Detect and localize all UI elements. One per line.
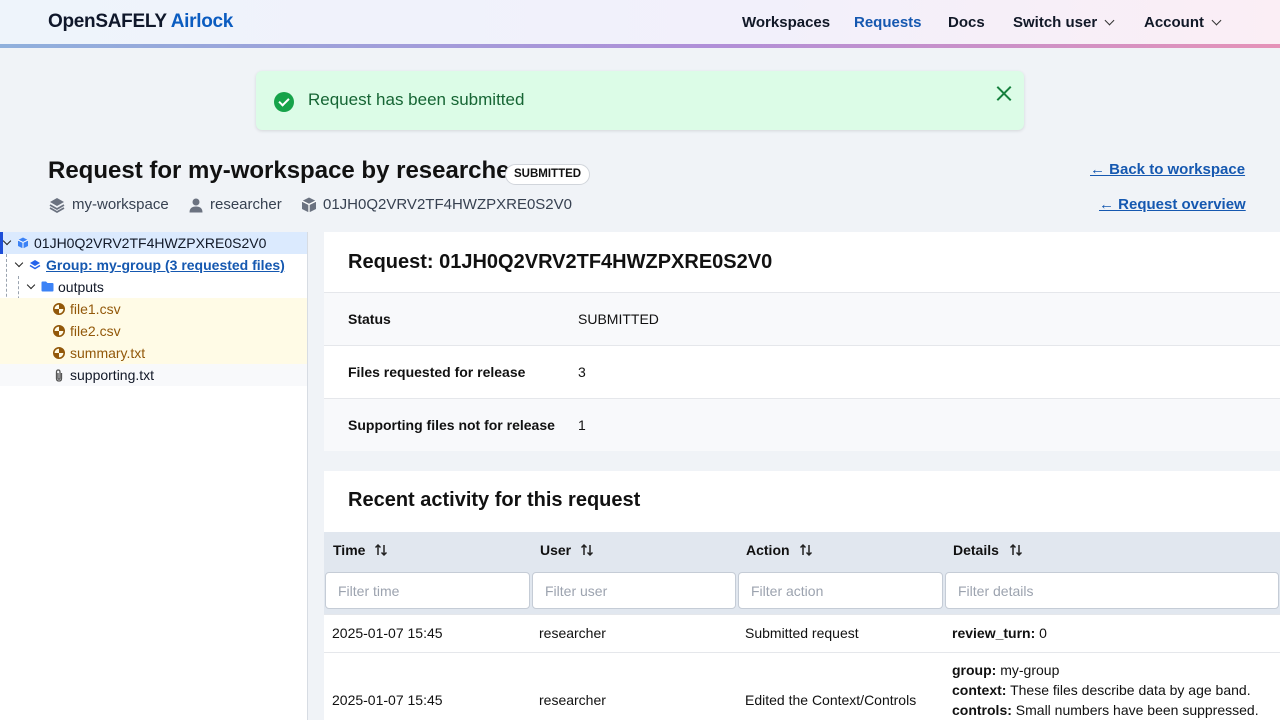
nav-switch-user-label: Switch user xyxy=(1013,14,1098,31)
request-overview-link[interactable]: ← Request overview xyxy=(1099,196,1246,213)
activity-table-header: Time User Action Details xyxy=(324,532,1280,614)
sort-icon[interactable] xyxy=(1009,543,1023,557)
tree-item-request[interactable]: 01JH0Q2VRV2TF4HWZPXRE0S2V0 xyxy=(0,232,307,254)
cell-action: Edited the Context/Controls xyxy=(745,692,917,708)
flash-text: Request has been submitted xyxy=(308,90,525,109)
sort-icon[interactable] xyxy=(799,543,813,557)
column-header-time[interactable]: Time xyxy=(333,542,365,558)
summary-key: Status xyxy=(348,311,391,327)
detail-key: review_turn: xyxy=(952,625,1036,641)
brand-logo[interactable]: OpenSAFELY Airlock xyxy=(48,11,233,33)
user-icon xyxy=(189,198,203,213)
page-title: Request for my-workspace by researcher xyxy=(48,157,519,184)
filter-time-input[interactable] xyxy=(325,572,530,609)
tree-supporting-label: supporting.txt xyxy=(70,367,155,383)
detail-key: controls: xyxy=(952,702,1012,718)
brand-product: Airlock xyxy=(170,11,234,32)
sort-icon[interactable] xyxy=(374,543,388,557)
sort-icon[interactable] xyxy=(580,543,594,557)
column-header-action[interactable]: Action xyxy=(746,542,790,558)
tree-item-supporting-file[interactable]: supporting.txt xyxy=(0,364,307,386)
filter-user-input[interactable] xyxy=(532,572,736,609)
chevron-down-icon xyxy=(1211,15,1222,26)
nav-account[interactable]: Account xyxy=(1144,14,1222,31)
status-badge: SUBMITTED xyxy=(505,164,591,185)
tree-item-folder[interactable]: outputs xyxy=(0,276,307,298)
chevron-down-icon xyxy=(1104,15,1115,26)
summary-row: Status SUBMITTED xyxy=(324,292,1280,345)
tree-request-label: 01JH0Q2VRV2TF4HWZPXRE0S2V0 xyxy=(34,235,267,251)
cell-action: Submitted request xyxy=(745,625,859,641)
summary-row: Supporting files not for release 1 xyxy=(324,398,1280,451)
nav-docs[interactable]: Docs xyxy=(948,14,985,31)
detail-key: context: xyxy=(952,682,1007,698)
table-row: 2025-01-07 15:45 researcher Edited the C… xyxy=(324,652,1280,720)
cell-time: 2025-01-07 15:45 xyxy=(332,625,443,641)
column-header-details[interactable]: Details xyxy=(953,542,999,558)
cell-time: 2025-01-07 15:45 xyxy=(332,692,443,708)
detail-key: group: xyxy=(952,662,997,678)
detail-value: my-group xyxy=(1000,662,1060,678)
nav-account-label: Account xyxy=(1144,14,1204,31)
tree-file-label: file2.csv xyxy=(70,323,121,339)
tree-item-group[interactable]: Group: my-group (3 requested files) xyxy=(0,254,307,276)
request-summary-title: Request: 01JH0Q2VRV2TF4HWZPXRE0S2V0 xyxy=(348,251,773,273)
chevron-down-icon[interactable] xyxy=(26,280,36,290)
meta-workspace: my-workspace xyxy=(72,196,169,213)
file-tree: 01JH0Q2VRV2TF4HWZPXRE0S2V0 Group: my-gro… xyxy=(0,232,308,720)
chevron-down-icon[interactable] xyxy=(14,258,24,268)
tree-folder-label: outputs xyxy=(58,279,104,295)
column-header-user[interactable]: User xyxy=(540,542,571,558)
pending-file-icon xyxy=(53,347,65,359)
top-header: OpenSAFELY Airlock Workspaces Requests D… xyxy=(0,0,1280,44)
brand-name: OpenSAFELY xyxy=(48,11,167,32)
layers-icon xyxy=(49,198,65,214)
request-summary-card: Request: 01JH0Q2VRV2TF4HWZPXRE0S2V0 Stat… xyxy=(324,232,1280,451)
nav-requests[interactable]: Requests xyxy=(854,14,922,31)
activity-title: Recent activity for this request xyxy=(348,489,641,511)
cell-user: researcher xyxy=(539,692,606,708)
cell-details: group: my-group xyxy=(952,662,1059,678)
filter-details-input[interactable] xyxy=(945,572,1279,609)
summary-key: Supporting files not for release xyxy=(348,417,555,433)
cube-icon xyxy=(17,237,29,249)
table-row: 2025-01-07 15:45 researcher Submitted re… xyxy=(324,614,1280,652)
paperclip-icon xyxy=(55,369,63,382)
layers-icon xyxy=(29,260,41,270)
detail-value: Small numbers have been suppressed. xyxy=(1015,702,1259,718)
check-circle-icon xyxy=(274,92,294,112)
folder-icon xyxy=(41,281,54,292)
tree-group-label: Group: my-group (3 requested files) xyxy=(46,257,285,273)
cube-icon xyxy=(301,197,317,213)
nav-workspaces[interactable]: Workspaces xyxy=(742,14,830,31)
flash-message: Request has been submitted xyxy=(256,71,1024,130)
detail-value: 0 xyxy=(1039,625,1047,641)
summary-value: SUBMITTED xyxy=(578,311,659,327)
chevron-down-icon[interactable] xyxy=(2,236,12,246)
filter-action-input[interactable] xyxy=(738,572,943,609)
summary-key: Files requested for release xyxy=(348,364,526,380)
tree-item-file[interactable]: summary.txt xyxy=(0,342,307,364)
cell-details: review_turn: 0 xyxy=(952,625,1047,641)
summary-value: 3 xyxy=(578,364,586,380)
close-icon[interactable] xyxy=(994,83,1014,103)
activity-card: Recent activity for this request Time Us… xyxy=(324,471,1280,720)
header-divider xyxy=(0,44,1280,48)
cell-details: controls: Small numbers have been suppre… xyxy=(952,702,1259,718)
tree-file-label: file1.csv xyxy=(70,301,121,317)
pending-file-icon xyxy=(53,325,65,337)
tree-item-file[interactable]: file2.csv xyxy=(0,320,307,342)
tree-item-file[interactable]: file1.csv xyxy=(0,298,307,320)
pending-file-icon xyxy=(53,303,65,315)
nav-switch-user[interactable]: Switch user xyxy=(1013,14,1115,31)
detail-value: These files describe data by age band. xyxy=(1010,682,1251,698)
cell-user: researcher xyxy=(539,625,606,641)
meta-request-id: 01JH0Q2VRV2TF4HWZPXRE0S2V0 xyxy=(323,196,572,213)
meta-user: researcher xyxy=(210,196,282,213)
cell-details: context: These files describe data by ag… xyxy=(952,682,1251,698)
summary-value: 1 xyxy=(578,417,586,433)
tree-file-label: summary.txt xyxy=(70,345,146,361)
back-to-workspace-link[interactable]: ← Back to workspace xyxy=(1090,161,1245,178)
summary-row: Files requested for release 3 xyxy=(324,345,1280,398)
